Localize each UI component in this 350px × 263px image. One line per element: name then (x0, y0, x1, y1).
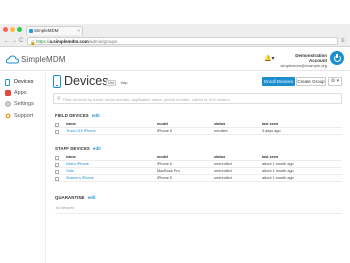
search-icon: ⚲ (57, 96, 61, 102)
back-button[interactable]: ← (4, 37, 10, 46)
lifebuoy-icon (5, 113, 11, 119)
select-all-checkbox[interactable] (55, 155, 59, 160)
url-host: a.simplemdm.com (49, 39, 89, 44)
device-model: MacBook Pro (157, 169, 180, 173)
reload-button[interactable]: C (19, 37, 23, 46)
notifications-bell-icon[interactable]: 🔔▾ (264, 55, 274, 63)
row-checkbox[interactable] (55, 129, 59, 134)
sidebar-item-label: Devices (14, 78, 34, 85)
column-header-last-seen: last seen (262, 122, 279, 126)
edit-group-link[interactable]: edit (92, 113, 100, 118)
device-filter-input[interactable] (63, 95, 338, 103)
tab-title: SimpleMDM (34, 28, 59, 33)
account-email: simplemdm@example.org (280, 63, 327, 68)
account-menu[interactable]: Demonstration Account simplemdm@example.… (279, 53, 327, 68)
device-last-seen: 3 days ago (262, 129, 281, 133)
table-row[interactable]: Olds MacBook Pro unenrolled about 1 mont… (55, 168, 342, 175)
window-controls (3, 27, 22, 32)
section-title-text: STAFF DEVICES (55, 146, 90, 151)
column-header-status: status (214, 122, 226, 126)
devices-phone-icon (53, 75, 61, 88)
row-checkbox[interactable] (55, 169, 59, 174)
table-row[interactable]: Truck 015 iPhone iPhone 5 enrolled 3 day… (55, 128, 342, 135)
gear-icon (5, 100, 11, 107)
list-view-toggle[interactable]: List (106, 80, 116, 86)
table-row[interactable]: Nick's iPhone iPhone 6 unenrolled about … (55, 161, 342, 168)
minimize-window-icon[interactable] (10, 27, 15, 32)
column-header-name: name (66, 122, 76, 126)
app-logo[interactable]: SimpleMDM (6, 55, 65, 64)
device-last-seen: about 1 month ago (262, 169, 294, 173)
empty-group-message: no devices (56, 206, 75, 210)
enroll-devices-button[interactable]: Enroll Devices (262, 77, 295, 86)
favicon-icon (29, 29, 33, 33)
address-bar[interactable]: 🔒 https://a.simplemdm.com/admin/groups (27, 37, 338, 45)
apps-icon (5, 89, 11, 96)
table-header-row: name model status last seen (55, 154, 342, 161)
row-checkbox[interactable] (55, 176, 59, 181)
sidebar-item-devices[interactable]: Devices (5, 77, 34, 86)
browser-menu-icon[interactable]: ≡ (341, 37, 345, 45)
tab-close-icon[interactable]: × (77, 27, 80, 35)
device-name-link[interactable]: Nick's iPhone (66, 162, 89, 167)
sidebar-item-label: Support (14, 112, 34, 119)
column-header-last-seen: last seen (262, 155, 279, 159)
edit-group-link[interactable]: edit (88, 195, 96, 200)
device-model: iPhone 5 (157, 129, 172, 133)
section-title-text: FIELD DEVICES (55, 113, 89, 118)
page-title: Devices (64, 74, 109, 88)
maximize-window-icon[interactable] (17, 27, 22, 32)
section-title-quarantine: QUARANTINE edit (55, 195, 96, 200)
map-view-toggle[interactable]: Map (118, 80, 130, 86)
url-scheme: https:// (36, 39, 50, 44)
divider (55, 213, 342, 214)
device-model: iPhone 5 (157, 176, 172, 180)
lock-icon: 🔒 (30, 40, 36, 45)
filter-box: ⚲ (53, 93, 342, 104)
phone-icon (5, 78, 10, 86)
device-status: enrolled (214, 129, 228, 133)
section-title-staff-devices: STAFF DEVICES edit (55, 146, 101, 151)
table-header-row: name model status last seen (55, 121, 342, 128)
browser-tab[interactable]: SimpleMDM × (26, 26, 83, 35)
sidebar-item-apps[interactable]: Apps (5, 88, 27, 97)
column-header-status: status (214, 155, 226, 159)
device-status: unenrolled (214, 176, 232, 180)
cloud-logo-icon (6, 55, 19, 64)
account-name: Demonstration Account (295, 53, 327, 63)
url-path: /admin/groups (88, 39, 118, 44)
column-header-model: model (157, 155, 169, 159)
device-name-link[interactable]: Sharon's iPhone (66, 176, 94, 181)
close-window-icon[interactable] (3, 27, 8, 32)
device-last-seen: about 1 month ago (262, 162, 294, 166)
logout-power-icon[interactable] (330, 51, 344, 65)
device-name-link[interactable]: Olds (66, 169, 74, 174)
select-all-checkbox[interactable] (55, 122, 59, 127)
device-status: unenrolled (214, 162, 232, 166)
sidebar-item-settings[interactable]: Settings (5, 99, 34, 108)
forward-button[interactable]: → (11, 37, 17, 46)
sidebar-item-label: Settings (14, 100, 34, 107)
column-header-model: model (157, 122, 169, 126)
device-status: unenrolled (214, 169, 232, 173)
device-model: iPhone 6 (157, 162, 172, 166)
row-checkbox[interactable] (55, 162, 59, 167)
edit-group-link[interactable]: edit (93, 146, 101, 151)
device-name-link[interactable]: Truck 015 iPhone (66, 129, 96, 134)
column-header-name: name (66, 155, 76, 159)
section-title-field-devices: FIELD DEVICES edit (55, 113, 100, 118)
settings-dropdown-button[interactable]: ⚙ ▾ (328, 77, 342, 86)
sidebar-item-support[interactable]: Support (5, 111, 33, 120)
device-last-seen: about 1 month ago (262, 176, 294, 180)
table-row[interactable]: Sharon's iPhone iPhone 5 unenrolled abou… (55, 175, 342, 182)
section-title-text: QUARANTINE (55, 195, 85, 200)
create-group-button[interactable]: Create Group (296, 77, 326, 86)
logo-text: SimpleMDM (21, 55, 66, 64)
sidebar-item-label: Apps (14, 89, 27, 96)
